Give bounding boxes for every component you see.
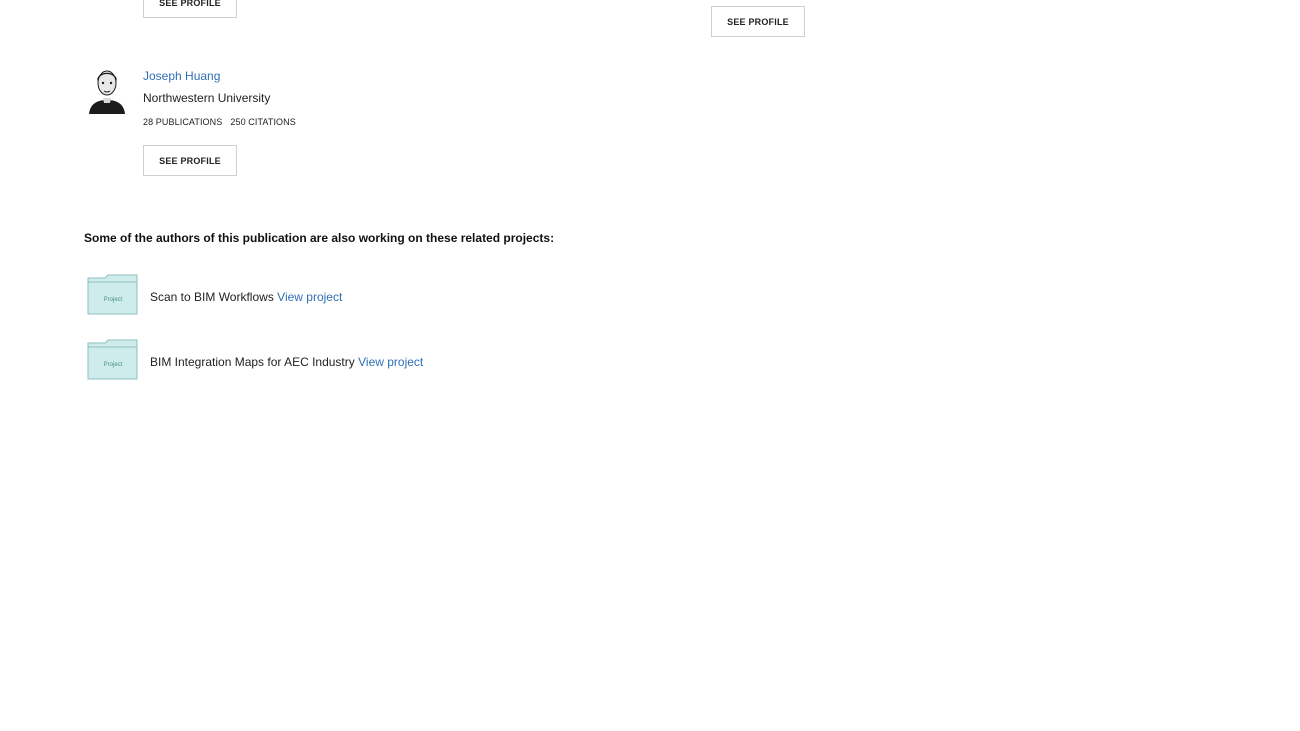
- project-folder-icon: Project: [87, 339, 138, 380]
- related-projects-heading: Some of the authors of this publication …: [84, 231, 555, 245]
- citations-count: 250 CITATIONS: [230, 117, 296, 127]
- project-title: BIM Integration Maps for AEC Industry: [150, 355, 355, 369]
- publications-count: 28 PUBLICATIONS: [143, 117, 223, 127]
- project-folder-icon: Project: [87, 274, 138, 315]
- see-profile-button[interactable]: SEE PROFILE: [143, 0, 237, 18]
- avatar[interactable]: [84, 64, 130, 114]
- see-profile-button[interactable]: SEE PROFILE: [711, 6, 805, 37]
- project-text: Scan to BIM Workflows View project: [150, 290, 342, 304]
- see-profile-button[interactable]: SEE PROFILE: [143, 145, 237, 176]
- view-project-link[interactable]: View project: [277, 290, 342, 304]
- project-title: Scan to BIM Workflows: [150, 290, 274, 304]
- view-project-link[interactable]: View project: [358, 355, 423, 369]
- project-text: BIM Integration Maps for AEC Industry Vi…: [150, 355, 423, 369]
- folder-label: Project: [104, 297, 123, 303]
- folder-label: Project: [104, 362, 123, 368]
- page: SEE PROFILE SEE PROFILE Joseph Huang Nor…: [0, 0, 1300, 731]
- author-name-link[interactable]: Joseph Huang: [143, 69, 220, 83]
- author-stats: 28 PUBLICATIONS 250 CITATIONS: [143, 117, 296, 127]
- author-institution: Northwestern University: [143, 91, 271, 105]
